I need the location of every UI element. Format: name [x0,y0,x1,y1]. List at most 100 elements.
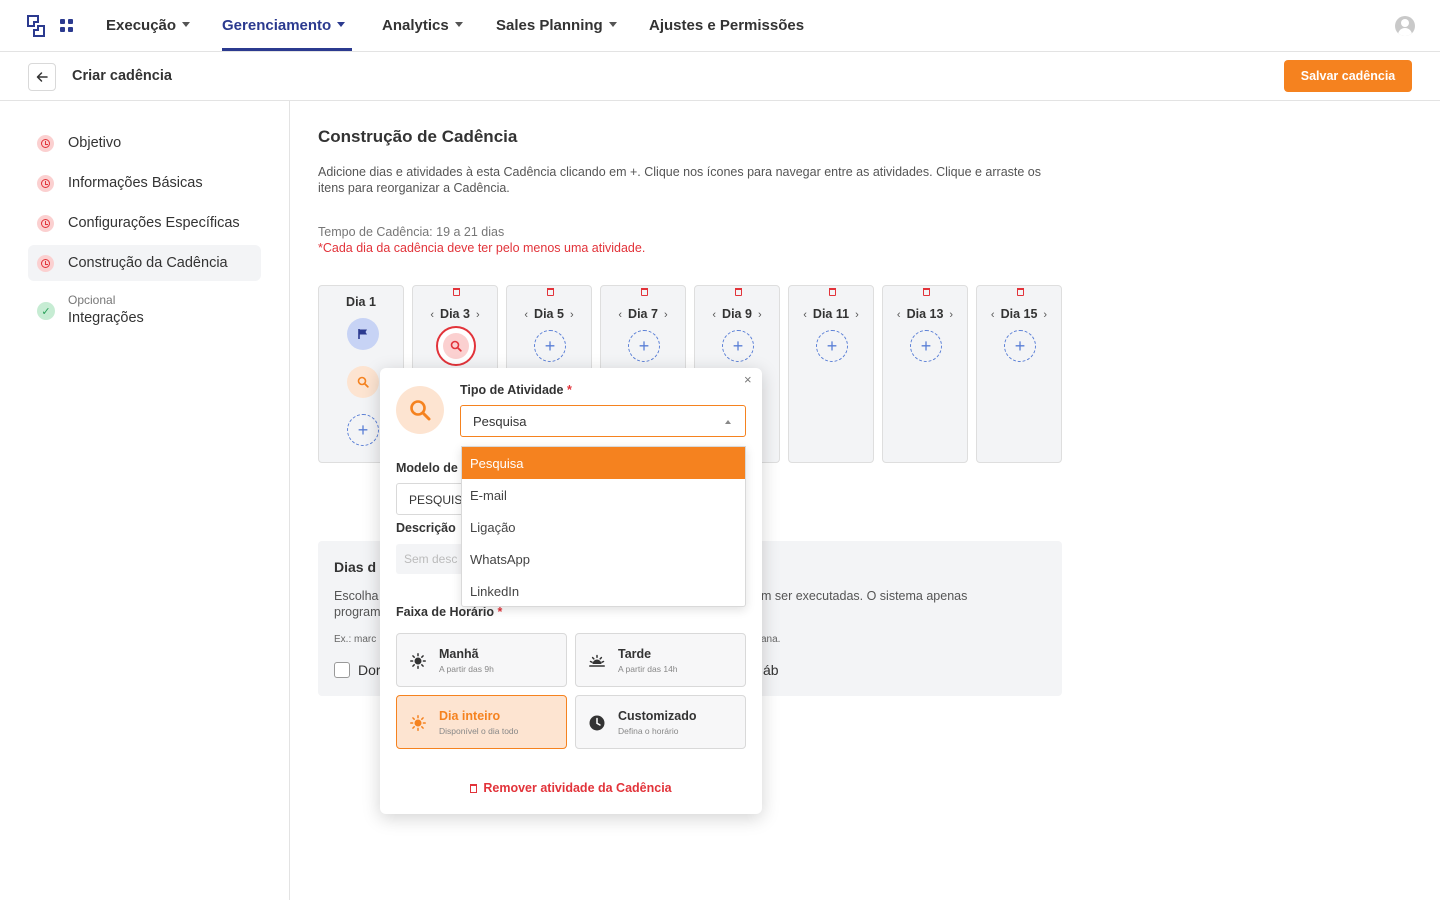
remove-activity-button[interactable]: Remover atividade da Cadência [380,781,762,795]
chevron-left-icon[interactable]: ‹ [991,309,995,321]
clock-alert-icon [37,254,54,272]
slot-customizado[interactable]: Customizado Defina o horário [575,695,746,749]
search-icon [443,333,469,359]
user-avatar-icon[interactable] [1395,16,1415,36]
chevron-left-icon[interactable]: ‹ [524,309,528,321]
chevron-down-icon [337,21,346,27]
descricao-label: Descrição [396,521,456,535]
nav-analytics[interactable]: Analytics [382,17,463,34]
slot-manha[interactable]: Manhã A partir das 9h [396,633,567,687]
selected-activity[interactable] [436,326,476,366]
validation-warning: *Cada dia da cadência deve ter pelo meno… [318,241,646,255]
add-activity-button[interactable]: + [628,330,660,362]
clock-alert-icon [37,174,54,192]
slot-tarde[interactable]: Tarde A partir das 14h [575,633,746,687]
day-label: Dia 1 [346,295,376,309]
trash-icon[interactable] [641,288,648,296]
sidebar: Objetivo Informações Básicas Configuraçõ… [0,101,290,900]
page-title: Criar cadência [72,68,172,84]
add-activity-button[interactable]: + [534,330,566,362]
weekday-checkbox[interactable] [334,662,350,678]
slot-subtitle: Defina o horário [618,726,679,736]
trash-icon[interactable] [547,288,554,296]
logo-icon[interactable] [27,15,45,37]
add-activity-button[interactable]: + [816,330,848,362]
chevron-right-icon[interactable]: › [570,309,574,321]
sidebar-step-integracoes[interactable]: Integrações [68,310,144,326]
slot-title: Customizado [618,709,697,723]
trash-icon[interactable] [1017,288,1024,296]
optional-label: Opcional [68,293,116,307]
search-icon [396,386,444,434]
chevron-left-icon[interactable]: ‹ [430,309,434,321]
section-description: Adicione dias e atividades à esta Cadênc… [318,165,1041,195]
nav-ajustes-permissoes[interactable]: Ajustes e Permissões [649,17,804,34]
top-nav: Execução Gerenciamento Analytics Sales P… [0,0,1440,52]
dropdown-option[interactable]: Pesquisa [462,447,745,479]
day-column[interactable]: ‹ Dia 15 › + [976,285,1062,463]
dropdown-option[interactable]: Ligação [462,511,745,543]
day-column[interactable]: ‹ Dia 11 › + [788,285,874,463]
sidebar-step-construcao[interactable]: Construção da Cadência [28,245,261,281]
slot-title: Tarde [618,647,652,661]
chevron-down-icon [182,21,191,27]
chevron-right-icon[interactable]: › [949,309,953,321]
search-icon[interactable] [347,366,379,398]
sidebar-step-objetivo[interactable]: Objetivo [28,125,261,161]
trash-icon[interactable] [453,288,460,296]
add-activity-button[interactable]: + [347,414,379,446]
sidebar-step-informacoes[interactable]: Informações Básicas [28,165,261,201]
trash-icon[interactable] [923,288,930,296]
back-button[interactable] [28,63,56,91]
apps-grid-icon[interactable] [60,19,73,32]
chevron-right-icon[interactable]: › [855,309,859,321]
dropdown-option[interactable]: WhatsApp [462,543,745,575]
chevron-left-icon[interactable]: ‹ [618,309,622,321]
add-activity-button[interactable]: + [1004,330,1036,362]
chevron-down-icon [608,21,617,27]
chevron-left-icon[interactable]: ‹ [803,309,807,321]
chevron-left-icon[interactable]: ‹ [712,309,716,321]
day-label: ‹ Dia 5 › [524,307,574,321]
chevron-right-icon[interactable]: › [664,309,668,321]
clock-alert-icon [37,134,54,152]
sidebar-step-label: Objetivo [68,135,122,151]
save-cadence-button[interactable]: Salvar cadência [1284,60,1412,92]
slot-dia-inteiro[interactable]: Dia inteiro Disponível o dia todo [396,695,567,749]
sidebar-step-configuracoes[interactable]: Configurações Específicas [28,205,261,241]
card-text: program [334,605,381,619]
clock-alert-icon [37,214,54,232]
card-title: Dias d [334,559,377,575]
day-label: ‹ Dia 11 › [803,307,859,321]
sidebar-step-label: Informações Básicas [68,175,203,191]
slot-title: Dia inteiro [439,709,501,723]
day-label: ‹ Dia 3 › [430,307,480,321]
section-title: Construção de Cadência [318,127,518,146]
nav-gerenciamento[interactable]: Gerenciamento [222,17,346,34]
chevron-right-icon[interactable]: › [476,309,480,321]
day-column[interactable]: ‹ Dia 13 › + [882,285,968,463]
dropdown-option[interactable]: E-mail [462,479,745,511]
add-activity-button[interactable]: + [910,330,942,362]
tipo-atividade-dropdown: Pesquisa E-mail Ligação WhatsApp LinkedI… [461,446,746,607]
chevron-right-icon[interactable]: › [1043,309,1047,321]
modelo-label: Modelo de [396,461,458,475]
cadence-duration: Tempo de Cadência: 19 a 21 dias [318,225,505,239]
tipo-atividade-select[interactable]: Pesquisa [460,405,746,437]
slot-subtitle: A partir das 9h [439,664,494,674]
nav-execucao[interactable]: Execução [106,17,191,34]
weekday-label: áb [763,662,779,678]
chevron-right-icon[interactable]: › [758,309,762,321]
chevron-down-icon [454,21,463,27]
sidebar-step-label: Configurações Específicas [68,215,240,231]
trash-icon[interactable] [829,288,836,296]
slot-subtitle: A partir das 14h [618,664,678,674]
chevron-left-icon[interactable]: ‹ [897,309,901,321]
close-icon[interactable]: × [744,372,752,387]
flag-icon[interactable] [347,318,379,350]
dropdown-option[interactable]: LinkedIn [462,575,745,606]
add-activity-button[interactable]: + [722,330,754,362]
day-label: ‹ Dia 13 › [896,307,954,321]
trash-icon[interactable] [735,288,742,296]
nav-sales-planning[interactable]: Sales Planning [496,17,617,34]
